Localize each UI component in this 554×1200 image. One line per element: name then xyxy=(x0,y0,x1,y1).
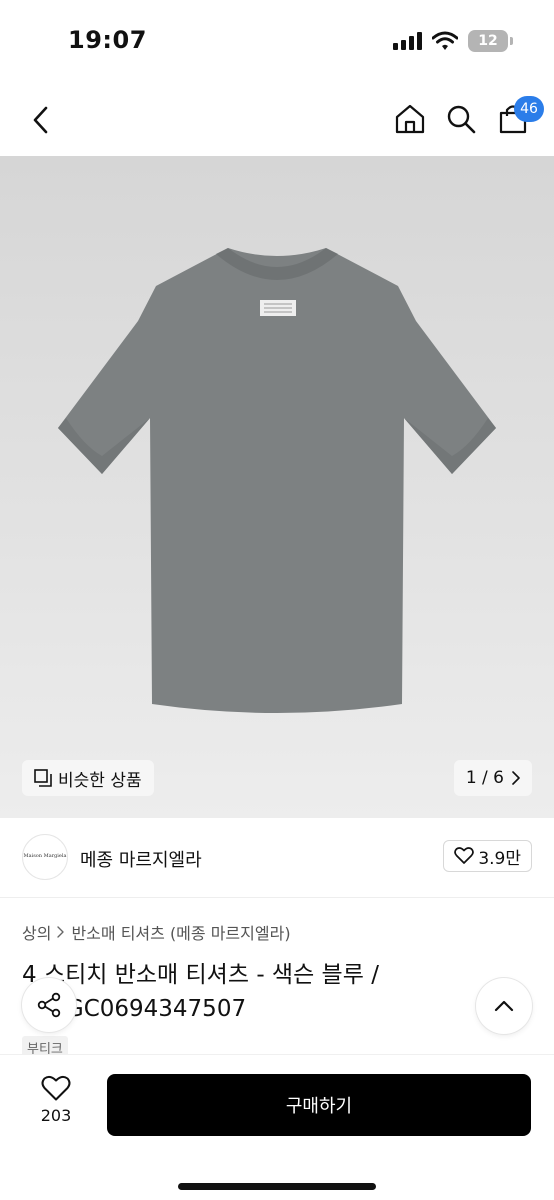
chevron-right-icon xyxy=(512,771,520,785)
wishlist-count: 203 xyxy=(40,1106,72,1125)
top-nav: 46 xyxy=(0,84,554,156)
battery-level: 12 xyxy=(478,33,498,49)
search-button[interactable] xyxy=(440,98,482,140)
status-bar: 19:07 12 xyxy=(0,0,554,84)
status-icons: 12 xyxy=(393,30,513,52)
similar-items-icon xyxy=(34,769,52,787)
breadcrumb: 상의 반소매 티셔츠 (메종 마르지엘라) xyxy=(22,920,291,944)
page-indicator-text: 1 / 6 xyxy=(465,768,504,788)
cellular-signal-icon xyxy=(393,32,422,50)
battery-icon: 12 xyxy=(468,30,513,52)
heart-icon xyxy=(454,847,475,864)
heart-icon xyxy=(41,1075,71,1101)
product-title: 4 스티치 반소매 티셔츠 - 색슨 블루 / S50GC0694347507 xyxy=(22,962,379,1022)
product-image-gallery[interactable]: 비슷한 상품 1 / 6 xyxy=(0,156,554,818)
buy-button[interactable]: 구매하기 xyxy=(107,1074,531,1136)
breadcrumb-category[interactable]: 상의 xyxy=(22,920,51,944)
cart-count-badge: 46 xyxy=(514,96,544,122)
brand-like-button[interactable]: 3.9만 xyxy=(443,840,532,872)
scroll-to-top-button[interactable] xyxy=(476,978,532,1034)
share-icon xyxy=(37,992,61,1018)
brand-row[interactable]: Maison Margiela 메종 마르지엘라 3.9만 xyxy=(0,818,554,898)
breadcrumb-subcategory[interactable]: 반소매 티셔츠 (메종 마르지엘라) xyxy=(71,920,290,944)
search-icon xyxy=(447,105,476,134)
similar-products-button[interactable]: 비슷한 상품 xyxy=(22,760,154,796)
bottom-purchase-bar: 203 구매하기 xyxy=(0,1054,554,1200)
home-button[interactable] xyxy=(389,98,431,140)
back-button[interactable] xyxy=(22,100,58,140)
chevron-right-icon xyxy=(57,926,65,938)
product-photo-tshirt xyxy=(58,248,496,713)
brand-logo-text: Maison Margiela xyxy=(23,853,67,860)
image-page-indicator[interactable]: 1 / 6 xyxy=(453,760,532,796)
brand-logo: Maison Margiela xyxy=(22,834,68,880)
similar-products-label: 비슷한 상품 xyxy=(58,770,142,791)
wishlist-button[interactable]: 203 xyxy=(28,1075,84,1139)
status-time: 19:07 xyxy=(68,26,147,54)
chevron-left-icon xyxy=(33,106,48,134)
share-button[interactable] xyxy=(22,978,76,1032)
cart-button[interactable]: 46 xyxy=(492,96,544,140)
home-icon xyxy=(395,104,425,134)
chevron-up-icon xyxy=(494,1000,514,1012)
brand-name[interactable]: 메종 마르지엘라 xyxy=(80,846,202,872)
brand-like-count: 3.9만 xyxy=(478,848,521,869)
wifi-icon xyxy=(432,31,458,50)
home-indicator xyxy=(178,1183,376,1190)
